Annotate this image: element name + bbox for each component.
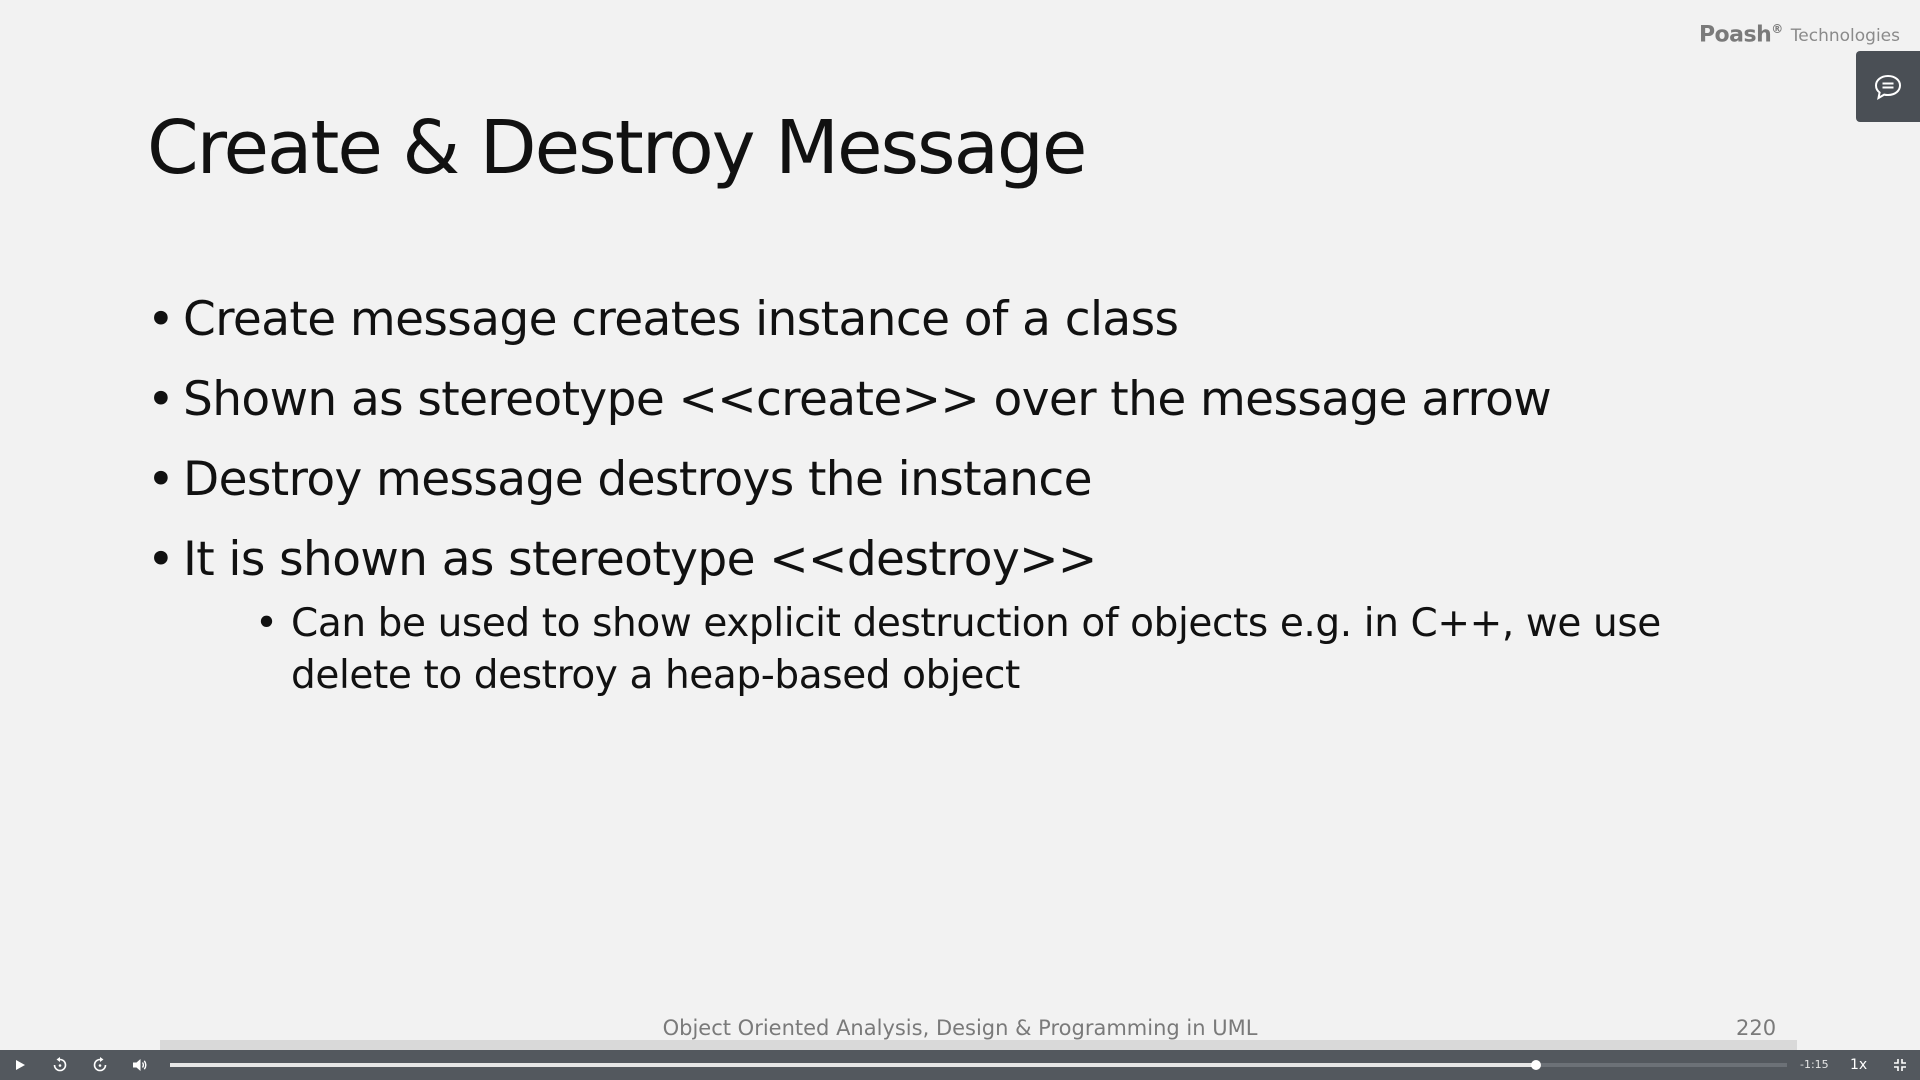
play-icon <box>16 1060 25 1070</box>
bullet-item: • Create message creates instance of a c… <box>147 290 1787 350</box>
bullet-text: Create message creates instance of a cla… <box>183 292 1179 347</box>
sub-bullet-list: • Can be used to show explicit destructi… <box>183 598 1787 702</box>
bullet-list: • Create message creates instance of a c… <box>147 290 1787 722</box>
rewind-icon <box>53 1057 67 1072</box>
exit-fullscreen-icon <box>1894 1059 1906 1071</box>
bullet-item: • It is shown as stereotype <<destroy>> … <box>147 530 1787 702</box>
buffer-strip <box>160 1040 1797 1050</box>
bullet-glyph: • <box>147 452 175 507</box>
bullet-text: Shown as stereotype <<create>> over the … <box>183 372 1552 427</box>
brand-logo: Poash® Technologies <box>1699 22 1900 47</box>
bullet-glyph: • <box>147 372 175 427</box>
bullet-text: It is shown as stereotype <<destroy>> <box>183 532 1097 587</box>
seek-progress <box>170 1063 1537 1067</box>
bullet-glyph: • <box>147 532 175 587</box>
bullet-glyph: • <box>255 601 278 646</box>
sub-bullet-item: • Can be used to show explicit destructi… <box>255 598 1791 702</box>
comment-icon <box>1874 74 1902 100</box>
slide-footer-title: Object Oriented Analysis, Design & Progr… <box>662 1016 1258 1040</box>
time-remaining: -1:15 <box>1800 1058 1829 1071</box>
fullscreen-button[interactable] <box>1880 1050 1920 1080</box>
slide-page-number: 220 <box>1736 1016 1777 1040</box>
brand-name: Poash® <box>1698 22 1783 48</box>
bullet-text: Destroy message destroys the instance <box>183 452 1093 507</box>
sub-bullet-text: Can be used to show explicit destruction… <box>291 601 1661 698</box>
video-player: Poash® Technologies Create & Destroy Mes… <box>0 0 1920 1080</box>
slide-title: Create & Destroy Message <box>147 105 1087 191</box>
forward-icon <box>93 1057 107 1072</box>
brand-subtitle: Technologies <box>1790 26 1900 47</box>
forward-button[interactable] <box>80 1050 120 1080</box>
volume-icon <box>133 1059 147 1071</box>
bullet-glyph: • <box>147 292 175 347</box>
comments-button[interactable] <box>1856 51 1920 122</box>
volume-button[interactable] <box>120 1050 160 1080</box>
rewind-button[interactable] <box>40 1050 80 1080</box>
playback-speed-button[interactable]: 1x <box>1850 1050 1867 1080</box>
bullet-item: • Shown as stereotype <<create>> over th… <box>147 370 1787 430</box>
play-button[interactable] <box>0 1050 40 1080</box>
bullet-item: • Destroy message destroys the instance <box>147 450 1787 510</box>
seek-bar[interactable] <box>170 1060 1787 1070</box>
